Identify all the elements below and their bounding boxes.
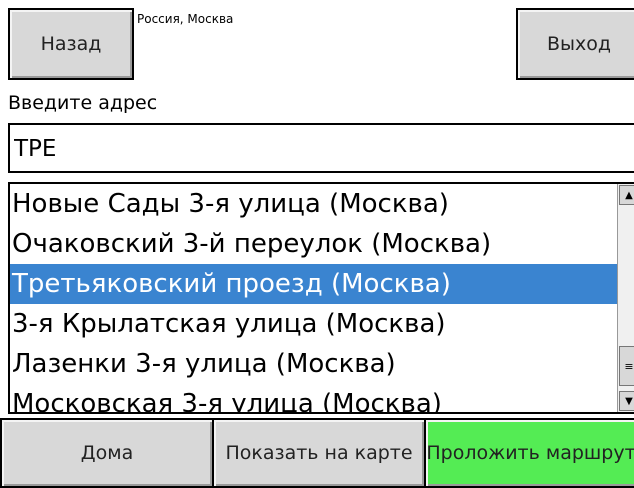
list-item[interactable]: 3-я Крылатская улица (Москва) (10, 304, 618, 344)
address-input[interactable] (8, 123, 634, 173)
list-item[interactable]: Очаковский 3-й переулок (Москва) (10, 224, 618, 264)
list-item[interactable]: Лазенки 3-я улица (Москва) (10, 344, 618, 384)
scrollbar[interactable]: ▲ ≡ ▼ (617, 184, 634, 412)
address-prompt: Введите адрес (8, 92, 158, 114)
list-item[interactable]: Новые Сады 3-я улица (Москва) (10, 184, 618, 224)
back-button[interactable]: Назад (8, 8, 134, 80)
grip-icon: ≡ (624, 359, 634, 373)
arrow-up-icon[interactable]: ▲ (619, 185, 634, 205)
arrow-down-icon[interactable]: ▼ (619, 391, 634, 411)
exit-button[interactable]: Выход (516, 8, 634, 80)
results-list[interactable]: Новые Сады 3-я улица (Москва) Очаковский… (8, 182, 634, 414)
show-on-map-button[interactable]: Показать на карте (212, 418, 426, 488)
region-label: Россия, Москва (137, 12, 234, 26)
scroll-thumb[interactable]: ≡ (619, 346, 634, 386)
build-route-button[interactable]: Проложить маршрут (424, 418, 634, 488)
list-item[interactable]: Московская 3-я улица (Москва) (10, 384, 618, 412)
list-item-selected[interactable]: Третьяковский проезд (Москва) (10, 264, 618, 304)
home-button[interactable]: Дома (0, 418, 214, 488)
